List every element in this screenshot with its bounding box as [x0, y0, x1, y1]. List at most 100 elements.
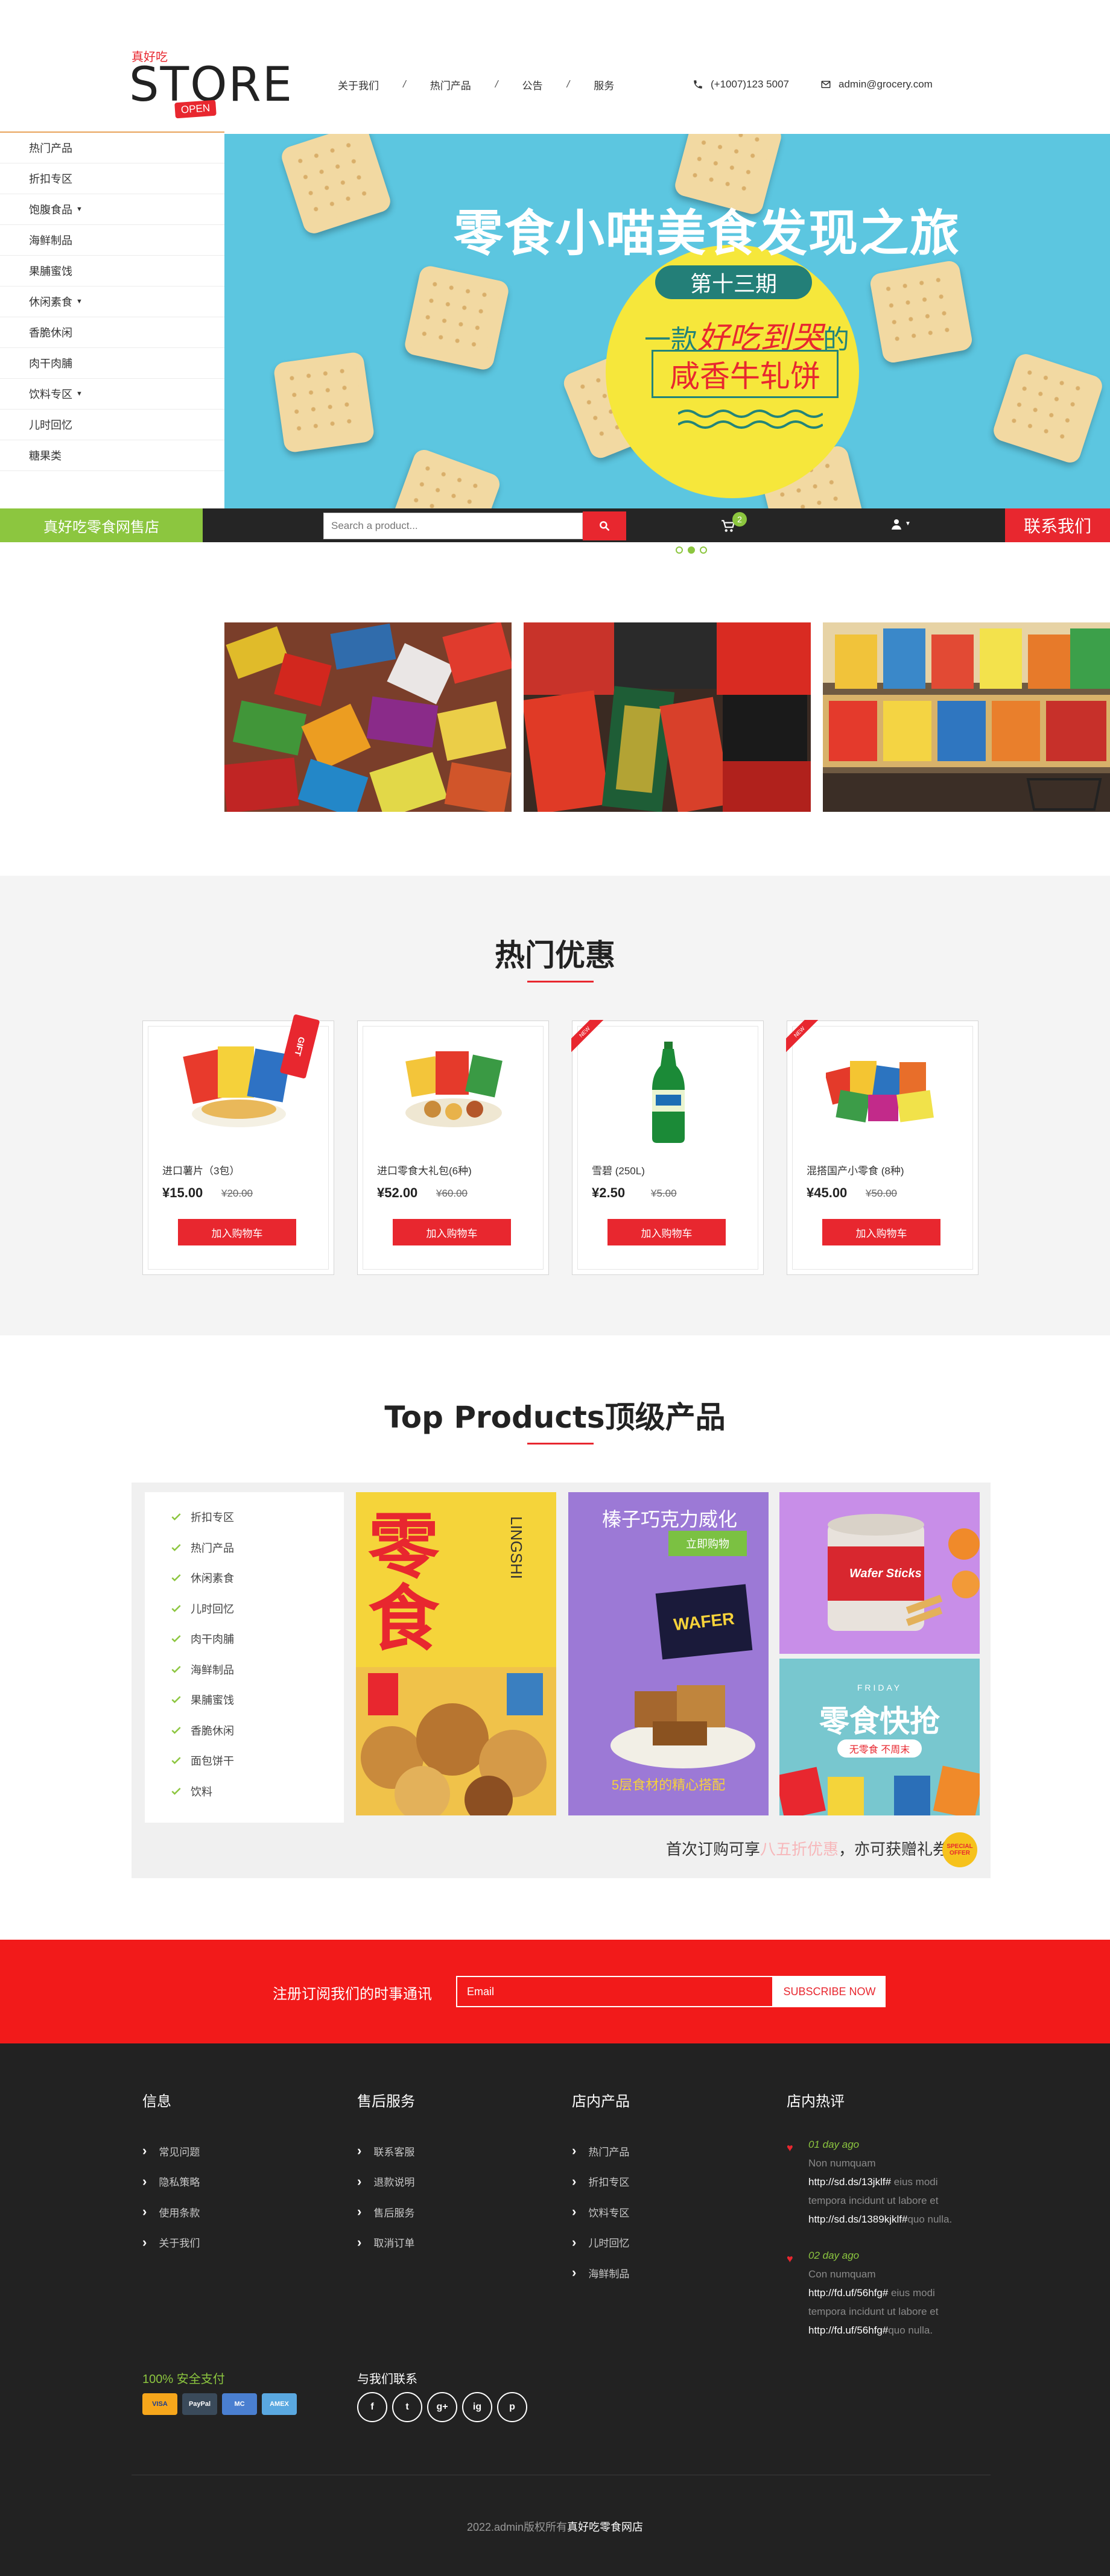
twitter-icon: ♥ [787, 2253, 793, 2265]
footer-link[interactable]: › 取消订单 [357, 2227, 415, 2258]
footer-link[interactable]: › 关于我们 [142, 2227, 200, 2258]
footer-link[interactable]: › 退款说明 [357, 2166, 415, 2197]
top-category-item[interactable]: 肉干肉脯 [145, 1624, 344, 1654]
subscribe-button[interactable]: SUBSCRIBE NOW [773, 1976, 886, 2007]
category-item[interactable]: 糖果类 [0, 440, 224, 471]
instagram-icon[interactable]: ig [462, 2392, 492, 2422]
nav-announcements[interactable]: 公告 [522, 77, 542, 92]
chevron-right-icon: › [572, 2265, 577, 2280]
pinterest-icon[interactable]: p [497, 2392, 527, 2422]
product-card[interactable]: NEW 混搭国产小零食 (8种) ¥45.00 ¥50.00 加入购物车 [786, 1020, 978, 1275]
poster-wafer-sticks[interactable]: Wafer Sticks [779, 1492, 980, 1654]
footer-link-label: 取消订单 [373, 2238, 415, 2250]
product-image-snack-mix [826, 1061, 934, 1122]
category-item[interactable]: 果脯蜜饯 [0, 256, 224, 286]
category-label: 饱腹食品 [29, 204, 72, 216]
showcase-photo-snacks-pile[interactable] [224, 622, 512, 812]
poster-wafer[interactable]: 榛子巧克力威化 立即购物 WAFER 5层食材的精心搭配 [568, 1492, 769, 1815]
category-item[interactable]: 饮料专区 ▼ [0, 379, 224, 410]
footer-link[interactable]: › 海鲜制品 [572, 2258, 630, 2288]
contact-us-button[interactable]: 联系我们 [1005, 508, 1110, 542]
category-item[interactable]: 休闲素食 ▼ [0, 286, 224, 317]
footer-link[interactable]: › 隐私策略 [142, 2166, 200, 2197]
review-link[interactable]: http://sd.ds/13jklf# [808, 2176, 891, 2188]
category-item[interactable]: 热门产品 [0, 133, 224, 163]
top-products-panel: 折扣专区 热门产品休闲素食儿时回忆 肉干肉脯 海鲜制品 果脯蜜饯 香脆休闲 面包饼干 饮料 零… [132, 1483, 991, 1878]
footer-link[interactable]: › 折扣专区 [572, 2166, 630, 2197]
review-text: Con numquam [808, 2268, 876, 2280]
store-logo[interactable]: 真好吃 STORE OPEN [129, 43, 292, 122]
review-link[interactable]: http://fd.uf/56hfg# [808, 2324, 888, 2336]
newsletter-email-input[interactable]: Email [456, 1976, 773, 2007]
add-to-cart-button[interactable]: 加入购物车 [607, 1219, 726, 1245]
add-to-cart-button[interactable]: 加入购物车 [393, 1219, 511, 1245]
poster-snacks[interactable]: 零食 LINGSHI [356, 1492, 556, 1815]
product-card[interactable]: GIFT 进口薯片（3包） ¥15.00 ¥20.00 加入购物车 [142, 1014, 334, 1275]
facebook-icon[interactable]: f [357, 2392, 387, 2422]
carousel-dot-active[interactable] [688, 546, 695, 554]
check-icon [171, 1604, 181, 1612]
chevron-right-icon: › [142, 2204, 147, 2220]
category-item[interactable]: 肉干肉脯 [0, 348, 224, 379]
cart-button[interactable]: 2 [720, 512, 756, 535]
product-search-input[interactable] [323, 513, 583, 539]
chevron-down-icon: ▼ [905, 521, 911, 527]
category-item[interactable]: 折扣专区 [0, 163, 224, 194]
poster-snack-rush[interactable]: FRIDAY 零食快抢 无零食 不周末 [779, 1659, 980, 1815]
twitter-icon[interactable]: t [392, 2392, 422, 2422]
top-category-item[interactable]: 折扣专区 [145, 1502, 344, 1533]
footer-link[interactable]: › 儿时回忆 [572, 2227, 630, 2258]
showcase-photo-snack-boxes[interactable] [524, 622, 811, 812]
check-icon [171, 1665, 181, 1673]
header-phone[interactable]: (+1007)123 5007 [693, 75, 789, 94]
nav-hot-products[interactable]: 热门产品 [430, 77, 471, 92]
google-plus-icon[interactable]: g+ [427, 2392, 457, 2422]
category-item[interactable]: 饱腹食品 ▼ [0, 194, 224, 225]
review-link[interactable]: http://sd.ds/1389kjklf# [808, 2214, 907, 2225]
showcase-photo-store-shelf[interactable] [823, 622, 1110, 812]
footer-link[interactable]: › 联系客服 [357, 2136, 415, 2166]
carousel-dot[interactable] [700, 546, 707, 554]
category-item[interactable]: 海鲜制品 [0, 225, 224, 256]
special-offer-badge: SPECIAL OFFER [942, 1832, 977, 1867]
review-text: Non numquam [808, 2157, 876, 2169]
top-category-item[interactable]: 面包饼干 [145, 1745, 344, 1776]
top-category-label: 休闲素食 [191, 1572, 234, 1585]
review-text: tempora incidunt ut labore et [808, 2195, 939, 2206]
carousel-dots [676, 546, 707, 554]
category-item[interactable]: 儿时回忆 [0, 410, 224, 440]
product-card[interactable]: 进口零食大礼包(6种) ¥52.00 ¥60.00 加入购物车 [357, 1021, 549, 1275]
carousel-dot[interactable] [676, 546, 683, 554]
top-category-item[interactable]: 热门产品 [145, 1533, 344, 1563]
hot-deals-section: 热门优惠 GIFT 进口薯片（3包） ¥15.00 ¥20.00 加入购物车 进… [0, 876, 1110, 1335]
add-to-cart-button[interactable]: 加入购物车 [178, 1219, 296, 1245]
review-link[interactable]: http://fd.uf/56hfg# [808, 2287, 888, 2299]
top-category-item[interactable]: 香脆休闲 [145, 1715, 344, 1746]
footer-link[interactable]: › 饮料专区 [572, 2197, 630, 2227]
footer-link[interactable]: › 售后服务 [357, 2197, 415, 2227]
product-old-price: ¥20.00 [221, 1188, 253, 1199]
top-category-item[interactable]: 休闲素食 [145, 1563, 344, 1593]
product-name: 进口零食大礼包(6种) [377, 1165, 472, 1177]
product-card[interactable]: NEW 雪碧 (250L) ¥2.50 ¥5.00 加入购物车 [571, 1020, 764, 1275]
nav-separator: / [403, 78, 406, 90]
top-category-item[interactable]: 儿时回忆 [145, 1593, 344, 1624]
top-category-item[interactable]: 果脯蜜饯 [145, 1685, 344, 1715]
footer-link-label: 常见问题 [159, 2146, 200, 2158]
nav-services[interactable]: 服务 [594, 77, 614, 92]
header-email[interactable]: admin@grocery.com [820, 75, 933, 94]
poster-wafer-image [610, 1685, 755, 1768]
footer-link[interactable]: › 使用条款 [142, 2197, 200, 2227]
footer-column-title: 店内热评 [787, 2093, 845, 2110]
nav-about[interactable]: 关于我们 [338, 77, 379, 92]
account-menu-button[interactable]: ▼ [889, 517, 913, 535]
hero-banner[interactable]: 零食小喵美食发现之旅 第十三期 一款好吃到哭的 咸香牛轧饼 [224, 134, 1110, 508]
poster-shop-now-button[interactable]: 立即购物 [668, 1531, 747, 1556]
category-item[interactable]: 香脆休闲 [0, 317, 224, 348]
top-category-item[interactable]: 饮料 [145, 1776, 344, 1807]
search-button[interactable] [583, 511, 626, 540]
add-to-cart-button[interactable]: 加入购物车 [822, 1219, 940, 1245]
footer-link[interactable]: › 热门产品 [572, 2136, 630, 2166]
footer-link[interactable]: › 常见问题 [142, 2136, 200, 2166]
top-category-item[interactable]: 海鲜制品 [145, 1654, 344, 1685]
